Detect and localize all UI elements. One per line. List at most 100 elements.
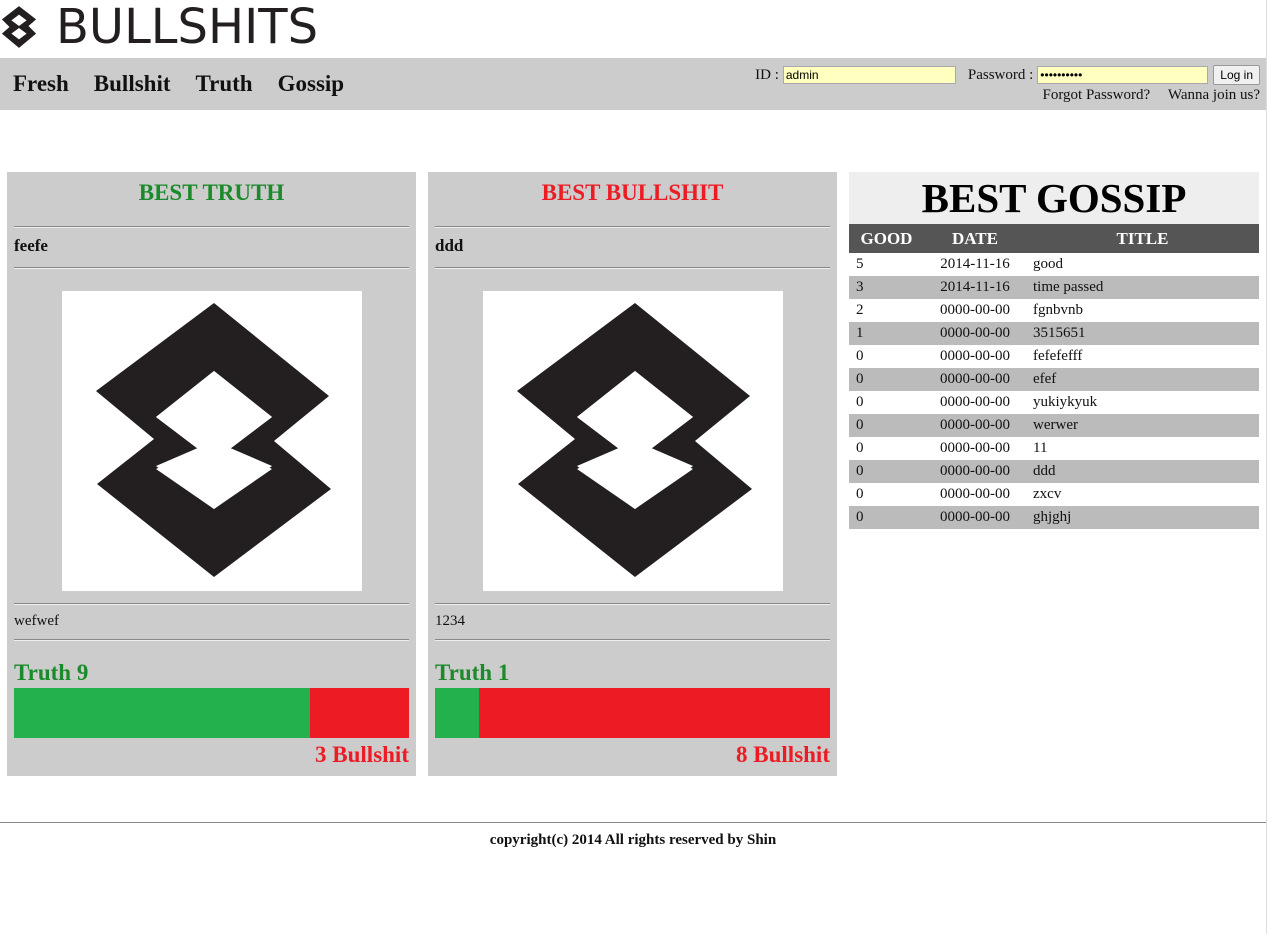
gossip-date-cell: 0000-00-00	[924, 460, 1026, 483]
gossip-date-cell: 0000-00-00	[924, 414, 1026, 437]
post-title[interactable]: ddd	[435, 236, 463, 256]
card-heading: BEST TRUTH	[138, 180, 285, 205]
bullshit-count: 3 Bullshit	[315, 742, 409, 767]
gossip-title-cell[interactable]: yukiykyuk	[1026, 391, 1259, 414]
password-input[interactable]	[1037, 66, 1209, 84]
password-label: Password :	[967, 66, 1034, 83]
gossip-title-cell[interactable]: werwer	[1026, 414, 1259, 437]
diamond-logo-icon	[96, 303, 331, 577]
divider	[14, 639, 409, 641]
table-row[interactable]: 1 0000-00-00 3515651	[849, 322, 1259, 345]
gossip-date-cell: 0000-00-00	[940, 440, 1010, 456]
login-form: ID : Password : Log in Forgot Password? …	[755, 64, 1260, 104]
gossip-title-cell[interactable]: 3515651	[1026, 322, 1259, 345]
post-description: wefwef	[14, 613, 59, 629]
gossip-date-cell: 0000-00-00	[940, 486, 1010, 502]
truth-bar-fill	[14, 688, 311, 738]
nav-item-truth[interactable]: Truth	[196, 70, 253, 98]
gossip-table-body: 5 2014-11-16 good 3 2014-11-16 time passed 2 00…	[849, 253, 1259, 529]
gossip-good-cell: 0	[849, 368, 924, 391]
gossip-date-cell: 2014-11-16	[940, 256, 1010, 272]
gossip-good-cell: 0	[856, 440, 864, 456]
vote-ratio-bar	[435, 688, 830, 738]
post-description: 1234	[435, 613, 465, 629]
best-truth-card: BEST TRUTH feefe wefwef Truth 9 3 Bullsh…	[7, 172, 416, 776]
gossip-title-cell[interactable]: fefefefff	[1026, 345, 1259, 368]
gossip-date-cell: 0000-00-00	[924, 506, 1026, 529]
divider	[14, 267, 409, 269]
login-button[interactable]: Log in	[1213, 65, 1260, 85]
gossip-good-cell: 0	[849, 414, 924, 437]
divider	[14, 603, 409, 605]
table-row[interactable]: 0 0000-00-00 yukiykyuk	[849, 391, 1259, 414]
card-heading: BEST BULLSHIT	[541, 180, 724, 205]
post-image[interactable]	[62, 291, 362, 591]
gossip-good-cell: 0	[849, 506, 924, 529]
gossip-title-cell[interactable]: 11	[1026, 437, 1259, 460]
truth-count: Truth 9	[14, 660, 89, 685]
post-title[interactable]: feefe	[14, 236, 48, 256]
gossip-date-cell: 0000-00-00	[940, 348, 1010, 364]
divider	[435, 226, 830, 228]
table-row[interactable]: 3 2014-11-16 time passed	[849, 276, 1259, 299]
best-bullshit-card: BEST BULLSHIT ddd 1234 Truth 1 8 Bullshi…	[428, 172, 837, 776]
truth-bar-fill	[435, 688, 479, 738]
gossip-title-cell[interactable]: efef	[1026, 368, 1259, 391]
gossip-table: GOOD DATE TITLE 5 2014-11-16 good 3 2014-11-…	[849, 224, 1259, 529]
nav-bar: Fresh Bullshit Truth Gossip ID : Passwor…	[0, 58, 1270, 110]
gossip-good-cell: 0	[856, 394, 864, 410]
nav-item-gossip[interactable]: Gossip	[278, 70, 344, 98]
bullshit-count: 8 Bullshit	[736, 742, 830, 767]
gossip-date-cell: 2014-11-16	[924, 276, 1026, 299]
divider	[435, 603, 830, 605]
table-row[interactable]: 0 0000-00-00 ghjghj	[849, 506, 1259, 529]
gossip-date-cell: 0000-00-00	[940, 302, 1010, 318]
nav-item-bullshit[interactable]: Bullshit	[94, 70, 171, 98]
page: BULLSHITS Fresh Bullshit Truth Gossip ID…	[0, 0, 1270, 934]
diamond-logo-icon	[517, 303, 752, 577]
table-row[interactable]: 0 0000-00-00 efef	[849, 368, 1259, 391]
gossip-good-cell: 0	[856, 348, 864, 364]
gossip-good-cell: 0	[849, 460, 924, 483]
table-row[interactable]: 0 0000-00-00 werwer	[849, 414, 1259, 437]
table-row[interactable]: 5 2014-11-16 good	[849, 253, 1259, 276]
nav-links: Fresh Bullshit Truth Gossip	[13, 70, 369, 98]
gossip-date-cell: 0000-00-00	[924, 322, 1026, 345]
brand-name[interactable]: BULLSHITS	[56, 0, 318, 54]
best-gossip-panel: BEST GOSSIP GOOD DATE TITLE 5 2014-11-16 g…	[849, 172, 1259, 529]
gossip-title-cell[interactable]: fgnbvnb	[1026, 299, 1259, 322]
divider	[14, 226, 409, 228]
gossip-good-cell: 2	[856, 302, 864, 318]
gossip-title-cell[interactable]: zxcv	[1026, 483, 1259, 506]
column-header-title[interactable]: TITLE	[1026, 224, 1259, 253]
column-header-good[interactable]: GOOD	[849, 224, 924, 253]
table-row[interactable]: 0 0000-00-00 11	[849, 437, 1259, 460]
table-row[interactable]: 0 0000-00-00 zxcv	[849, 483, 1259, 506]
id-label: ID :	[755, 66, 779, 83]
window-edge	[1266, 0, 1270, 934]
vote-ratio-bar	[14, 688, 409, 738]
gossip-title-cell[interactable]: ghjghj	[1026, 506, 1259, 529]
id-input[interactable]	[782, 66, 956, 84]
gossip-date-cell: 0000-00-00	[924, 368, 1026, 391]
gossip-good-cell: 5	[856, 256, 864, 272]
table-row[interactable]: 2 0000-00-00 fgnbvnb	[849, 299, 1259, 322]
forgot-password-link[interactable]: Forgot Password?	[1042, 87, 1150, 103]
gossip-title-cell[interactable]: good	[1026, 253, 1259, 276]
divider	[435, 267, 830, 269]
table-row[interactable]: 0 0000-00-00 ddd	[849, 460, 1259, 483]
gossip-date-cell: 0000-00-00	[940, 394, 1010, 410]
column-header-date[interactable]: DATE	[924, 224, 1026, 253]
gossip-good-cell: 1	[849, 322, 924, 345]
gossip-title-cell[interactable]: time passed	[1026, 276, 1259, 299]
nav-item-fresh[interactable]: Fresh	[13, 70, 69, 98]
gossip-heading: BEST GOSSIP	[849, 172, 1259, 224]
join-link[interactable]: Wanna join us?	[1168, 87, 1260, 103]
post-image[interactable]	[483, 291, 783, 591]
gossip-title-cell[interactable]: ddd	[1026, 460, 1259, 483]
diamond-logo-icon	[1, 6, 37, 48]
brand-header[interactable]: BULLSHITS	[0, 0, 400, 58]
footer-divider	[0, 822, 1266, 823]
truth-count: Truth 1	[435, 660, 510, 685]
table-row[interactable]: 0 0000-00-00 fefefefff	[849, 345, 1259, 368]
